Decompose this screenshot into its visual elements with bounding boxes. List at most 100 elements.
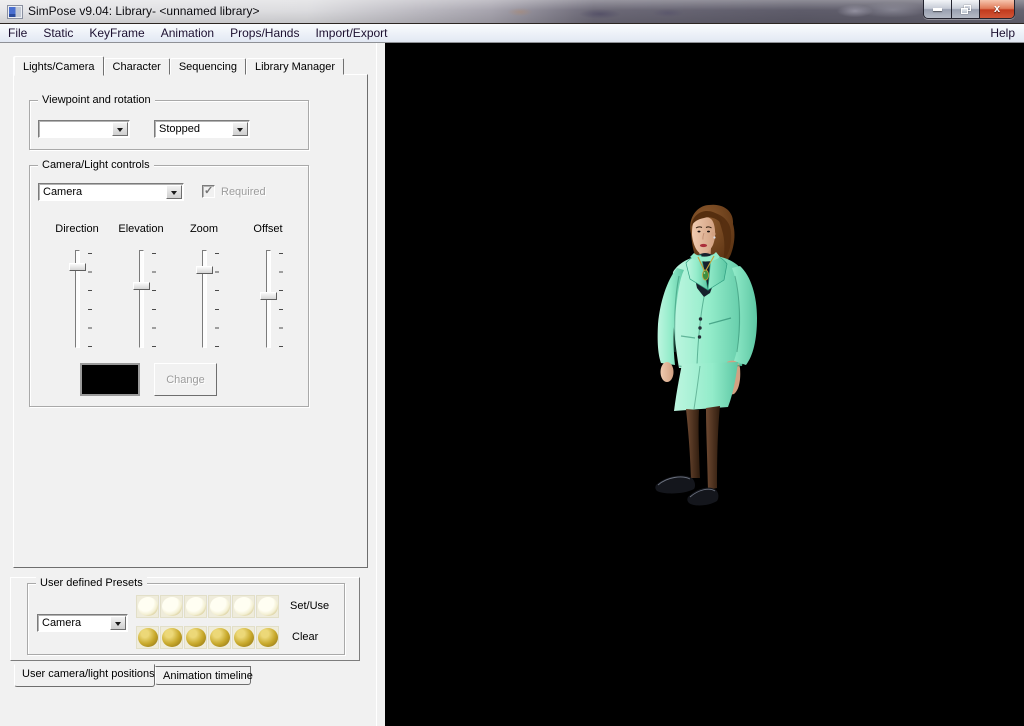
tab-animation-timeline[interactable]: Animation timeline (155, 666, 253, 685)
restore-button[interactable] (952, 0, 980, 18)
slider-track[interactable] (202, 250, 207, 348)
dropdown-arrow-icon[interactable] (110, 616, 126, 630)
preset-clear-button[interactable] (184, 626, 207, 649)
caption-buttons: x (923, 0, 1015, 19)
main-tabs: Lights/Camera Character Sequencing Libra… (14, 55, 345, 76)
camera-light-group-title: Camera/Light controls (38, 159, 154, 171)
viewpoint-select[interactable] (38, 120, 130, 138)
elevation-label: Elevation (118, 223, 164, 235)
rotation-value: Stopped (159, 123, 200, 135)
preset-ball-icon (161, 597, 182, 616)
presets-group: User defined Presets Camera Set/Use Clea… (27, 577, 345, 655)
menu-static[interactable]: Static (35, 25, 81, 41)
slider-thumb[interactable] (133, 282, 150, 290)
viewpoint-group: Viewpoint and rotation Stopped (29, 94, 309, 150)
preset-set-button[interactable] (208, 595, 231, 618)
minimize-button[interactable] (924, 0, 952, 18)
tab-character[interactable]: Character (103, 58, 170, 75)
menu-animation[interactable]: Animation (153, 25, 222, 41)
close-button[interactable]: x (980, 0, 1014, 18)
preset-ball-icon (233, 597, 254, 616)
slider-thumb[interactable] (69, 263, 86, 271)
camera-target-value: Camera (43, 186, 83, 198)
preset-ball-icon (209, 597, 230, 616)
preset-set-button[interactable] (184, 595, 207, 618)
tab-library-manager[interactable]: Library Manager (245, 58, 345, 75)
window-title: SimPose v9.04: Library- <unnamed library… (28, 4, 260, 18)
preset-ball-icon (185, 628, 206, 647)
preset-ball-icon (233, 628, 254, 647)
dropdown-arrow-icon[interactable] (232, 122, 248, 136)
slider-thumb[interactable] (260, 292, 277, 300)
offset-slider[interactable] (252, 250, 286, 350)
tab-sequencing[interactable]: Sequencing (169, 58, 246, 75)
preset-clear-button[interactable] (232, 626, 255, 649)
slider-ticks (152, 253, 156, 348)
slider-ticks (88, 253, 92, 348)
slider-ticks (279, 253, 283, 348)
direction-label: Direction (55, 223, 99, 235)
preset-set-button[interactable] (160, 595, 183, 618)
preset-ball-icon (257, 628, 278, 647)
camera-target-select[interactable]: Camera (38, 183, 184, 201)
change-button[interactable]: Change (154, 363, 217, 396)
zoom-label: Zoom (189, 223, 219, 235)
rotation-select[interactable]: Stopped (154, 120, 250, 138)
restore-icon (960, 5, 971, 14)
menu-keyframe[interactable]: KeyFrame (81, 25, 152, 41)
set-use-label: Set/Use (290, 600, 330, 612)
preset-clear-button[interactable] (208, 626, 231, 649)
menu-help[interactable]: Help (982, 25, 1024, 41)
presets-target-value: Camera (42, 617, 82, 629)
presets-panel: User defined Presets Camera Set/Use Clea… (10, 577, 360, 661)
preset-set-button[interactable] (136, 595, 159, 618)
color-swatch[interactable] (80, 363, 140, 396)
menu-props-hands[interactable]: Props/Hands (222, 25, 307, 41)
required-checkbox[interactable]: ✓ (202, 185, 215, 198)
presets-group-title: User defined Presets (36, 577, 147, 589)
preset-ball-icon (257, 597, 278, 616)
app-window: SimPose v9.04: Library- <unnamed library… (0, 0, 1024, 726)
preset-ball-icon (137, 597, 158, 616)
direction-slider[interactable] (61, 250, 95, 350)
preset-clear-button[interactable] (160, 626, 183, 649)
app-icon (7, 5, 23, 19)
checkmark-icon: ✓ (204, 185, 214, 197)
preset-ball-icon (185, 597, 206, 616)
preset-clear-button[interactable] (136, 626, 159, 649)
offset-label: Offset (253, 223, 283, 235)
preset-ball-icon (209, 628, 230, 647)
preset-set-button[interactable] (256, 595, 279, 618)
tab-user-camera-light-positions[interactable]: User camera/light positions (14, 664, 155, 687)
titlebar[interactable]: SimPose v9.04: Library- <unnamed library… (0, 0, 1024, 24)
close-icon: x (993, 3, 1001, 15)
preset-set-row (136, 595, 279, 618)
menu-import-export[interactable]: Import/Export (307, 25, 395, 41)
tab-lights-camera[interactable]: Lights/Camera (14, 56, 104, 76)
preset-clear-row (136, 626, 279, 649)
slider-track[interactable] (139, 250, 144, 348)
slider-ticks (215, 253, 219, 348)
menubar: File Static KeyFrame Animation Props/Han… (0, 24, 1024, 43)
slider-thumb[interactable] (196, 266, 213, 274)
preset-set-button[interactable] (232, 595, 255, 618)
change-button-label: Change (166, 373, 205, 386)
required-label: Required (221, 186, 266, 198)
viewpoint-group-title: Viewpoint and rotation (38, 94, 155, 106)
viewport-3d[interactable] (385, 43, 1024, 726)
minimize-icon (933, 8, 942, 11)
character-figure (655, 204, 757, 506)
elevation-slider[interactable] (125, 250, 159, 350)
control-panel: Lights/Camera Character Sequencing Libra… (0, 43, 385, 726)
dropdown-arrow-icon[interactable] (166, 185, 182, 199)
clear-label: Clear (292, 631, 319, 643)
preset-ball-icon (137, 628, 158, 647)
preset-clear-button[interactable] (256, 626, 279, 649)
presets-target-select[interactable]: Camera (37, 614, 128, 632)
zoom-slider[interactable] (188, 250, 222, 350)
preset-ball-icon (161, 628, 182, 647)
camera-light-group: Camera/Light controls Camera ✓ Required … (29, 159, 309, 407)
lights-camera-page: Viewpoint and rotation Stopped Camera/Li… (13, 74, 368, 568)
dropdown-arrow-icon[interactable] (112, 122, 128, 136)
menu-file[interactable]: File (0, 25, 35, 41)
